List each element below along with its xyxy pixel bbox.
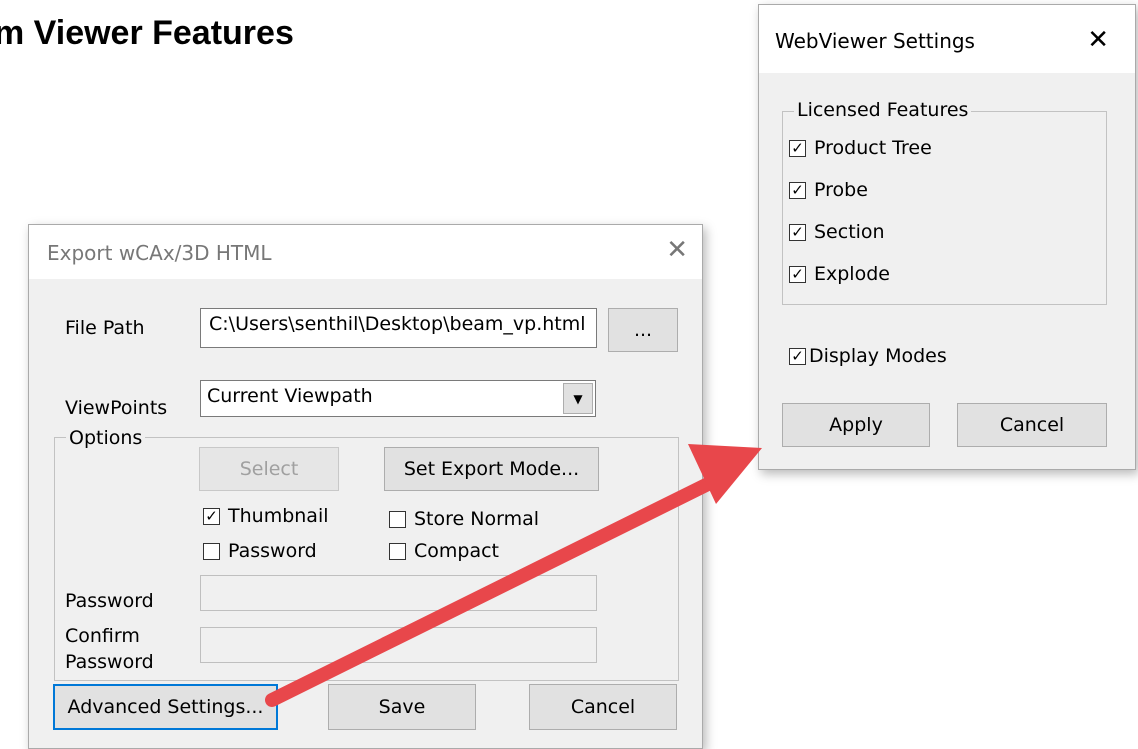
save-button[interactable]: Save: [328, 684, 476, 730]
probe-label: Probe: [814, 179, 868, 201]
explode-label: Explode: [814, 263, 890, 285]
probe-checkbox[interactable]: ✓ Probe: [789, 179, 868, 201]
viewpoints-label: ViewPoints: [65, 397, 168, 419]
explode-checkbox[interactable]: ✓ Explode: [789, 263, 890, 285]
options-legend: Options: [66, 427, 146, 449]
cancel-button[interactable]: Cancel: [529, 684, 677, 730]
password-checkbox[interactable]: Password: [203, 540, 317, 562]
explode-check-box: ✓: [789, 265, 806, 283]
page-heading: m Viewer Features: [0, 14, 294, 52]
file-path-label: File Path: [65, 317, 145, 339]
close-icon[interactable]: ✕: [666, 235, 688, 265]
viewpoints-selected-value: Current Viewpath: [207, 385, 373, 407]
section-label: Section: [814, 221, 885, 243]
set-export-mode-button[interactable]: Set Export Mode...: [384, 447, 599, 491]
product-tree-check-box: ✓: [789, 139, 806, 157]
chevron-down-icon[interactable]: ▼: [563, 383, 593, 414]
browse-button[interactable]: ...: [608, 308, 678, 352]
display-modes-label: Display Modes: [809, 345, 947, 367]
section-checkbox[interactable]: ✓ Section: [789, 221, 885, 243]
confirm-password-input[interactable]: [200, 627, 597, 663]
probe-check-box: ✓: [789, 181, 806, 199]
webviewer-dialog-title: WebViewer Settings: [775, 29, 975, 53]
compact-check-box: [389, 542, 406, 560]
compact-checkbox[interactable]: Compact: [389, 540, 499, 562]
store-normal-check-box: [389, 510, 406, 528]
section-check-box: ✓: [789, 223, 806, 241]
thumbnail-checkbox[interactable]: ✓ Thumbnail: [203, 505, 329, 527]
display-modes-checkbox[interactable]: ✓ Display Modes: [789, 345, 947, 367]
webviewer-dialog-titlebar: WebViewer Settings ✕: [759, 5, 1135, 73]
confirm-password-label-line1: Confirm: [65, 625, 140, 647]
close-icon[interactable]: ✕: [1087, 25, 1109, 55]
advanced-settings-button[interactable]: Advanced Settings...: [53, 684, 278, 730]
confirm-password-label-line2: Password: [65, 651, 154, 673]
product-tree-label: Product Tree: [814, 137, 932, 159]
store-normal-checkbox[interactable]: Store Normal: [389, 508, 539, 530]
store-normal-label: Store Normal: [414, 508, 540, 530]
licensed-features-legend: Licensed Features: [794, 99, 972, 121]
password-checkbox-label: Password: [228, 540, 317, 562]
export-dialog-title: Export wCAx/3D HTML: [47, 241, 272, 265]
file-path-input[interactable]: C:\Users\senthil\Desktop\beam_vp.html: [200, 308, 597, 348]
thumbnail-check-box: ✓: [203, 507, 220, 525]
compact-label: Compact: [414, 540, 499, 562]
password-check-box: [203, 542, 220, 560]
apply-button[interactable]: Apply: [782, 403, 930, 447]
cancel-button[interactable]: Cancel: [957, 403, 1107, 447]
display-modes-check-box: ✓: [789, 347, 806, 365]
thumbnail-label: Thumbnail: [228, 505, 329, 527]
webviewer-settings-dialog: WebViewer Settings ✕ Licensed Features ✓…: [758, 4, 1136, 470]
password-label: Password: [65, 590, 154, 612]
export-dialog-titlebar: Export wCAx/3D HTML ✕: [29, 225, 702, 279]
viewpoints-select[interactable]: Current Viewpath ▼: [200, 380, 596, 417]
select-button[interactable]: Select: [199, 447, 339, 491]
password-input[interactable]: [200, 575, 597, 611]
export-dialog: Export wCAx/3D HTML ✕ File Path C:\Users…: [28, 224, 703, 749]
product-tree-checkbox[interactable]: ✓ Product Tree: [789, 137, 932, 159]
